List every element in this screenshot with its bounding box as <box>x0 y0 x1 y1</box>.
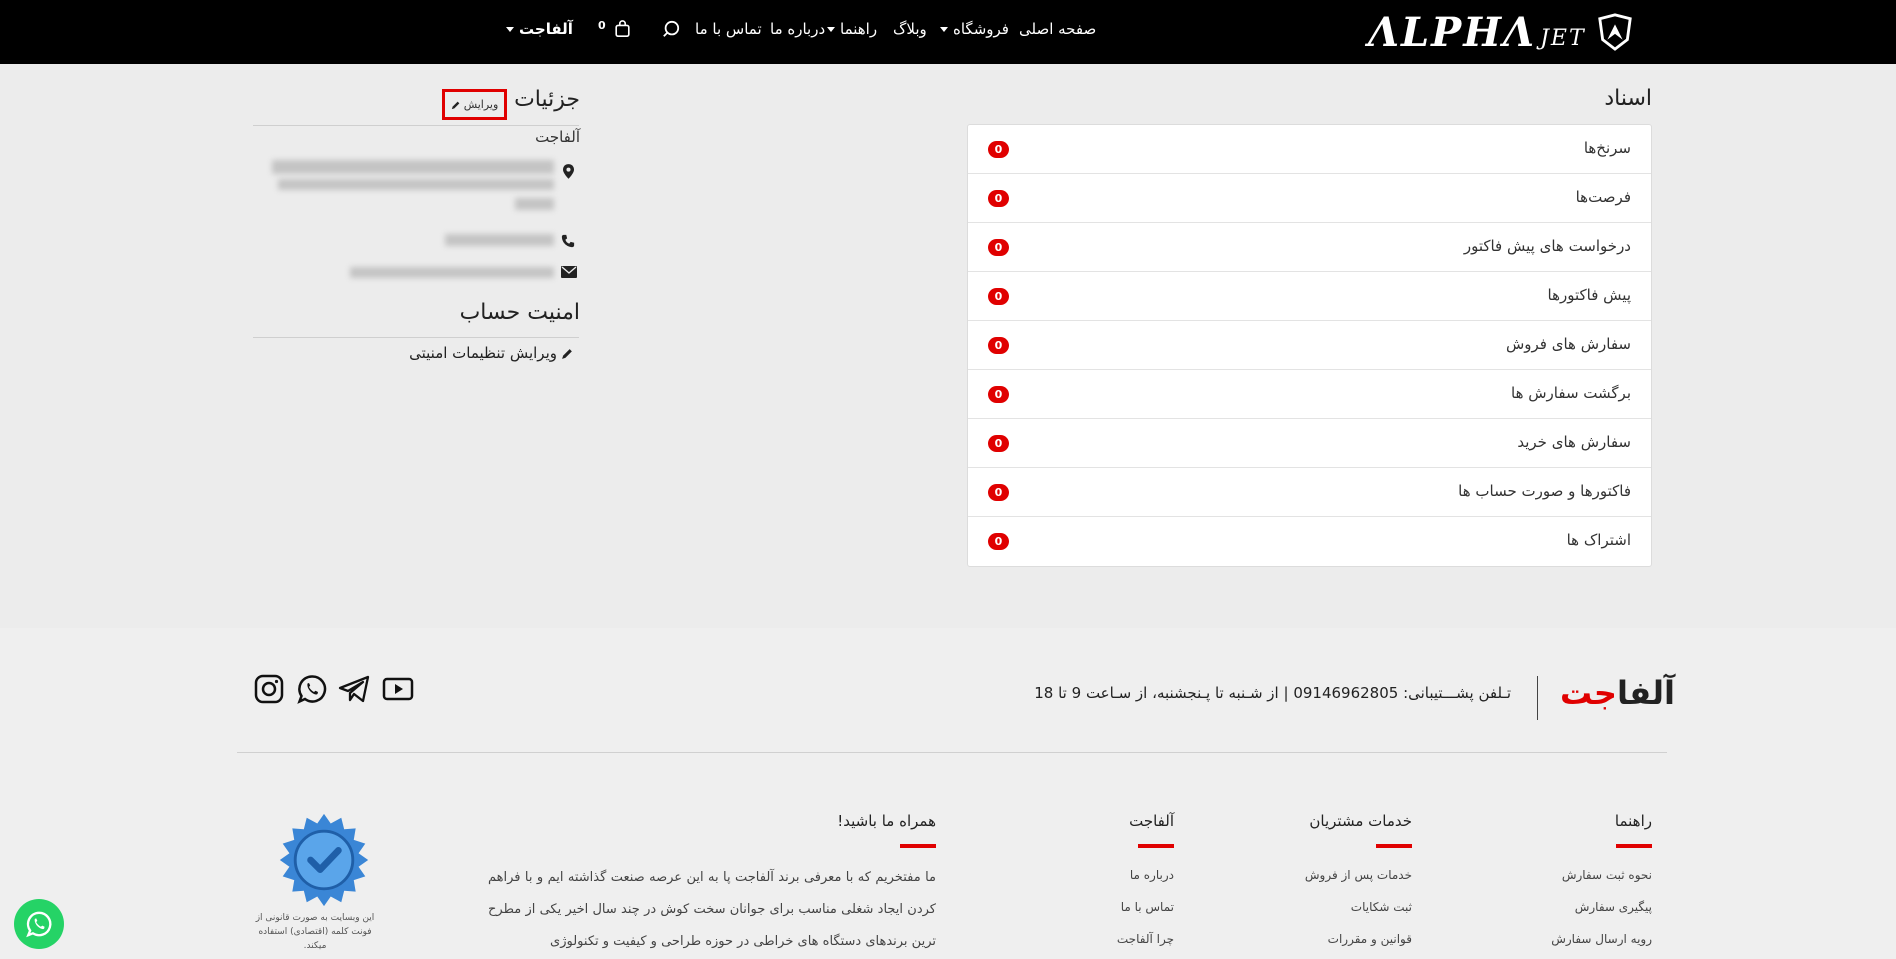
telegram-icon[interactable] <box>338 674 370 704</box>
doc-count-badge: 0 <box>988 239 1009 256</box>
account-menu[interactable]: آلفاجت <box>506 20 573 38</box>
nav-about[interactable]: درباره ما <box>770 20 825 38</box>
doc-label: فاکتورها و صورت حساب ها <box>1458 482 1631 500</box>
doc-count-badge: 0 <box>988 141 1009 158</box>
doc-count-badge: 0 <box>988 190 1009 207</box>
doc-label: سفارش های خرید <box>1517 433 1631 451</box>
whatsapp-chat-button[interactable] <box>14 899 64 949</box>
footer-col-underline <box>1138 844 1174 848</box>
footer-col-customer-title: خدمات مشتریان <box>1309 812 1412 830</box>
nav-contact[interactable]: تماس با ما <box>695 20 762 38</box>
footer-link[interactable]: ثبت شکایات <box>1351 900 1412 914</box>
location-pin-icon <box>563 164 574 179</box>
footer-link[interactable]: نحوه ثبت سفارش <box>1562 868 1652 882</box>
security-title: امنیت حساب <box>459 300 580 325</box>
pencil-icon <box>562 348 572 359</box>
footer-link[interactable]: قوانین و مقررات <box>1328 932 1412 946</box>
footer-col-underline <box>1616 844 1652 848</box>
address-redacted <box>272 160 554 174</box>
chevron-down-icon <box>827 27 835 32</box>
footer-col-underline <box>900 844 936 848</box>
pencil-icon <box>451 101 460 109</box>
doc-count-badge: 0 <box>988 386 1009 403</box>
company-name: آلفاجت <box>535 128 580 146</box>
edit-security-settings-link[interactable]: ویرایش تنظیمات امنیتی <box>409 344 574 362</box>
footer-col-underline <box>1376 844 1412 848</box>
logo-shield-icon <box>1597 13 1632 51</box>
doc-label: فرصت‌ها <box>1575 188 1631 206</box>
phone-icon <box>561 234 575 248</box>
top-navbar: ΛLPHΛ JET صفحه اصلی فروشگاه وبلاگ راهنما… <box>0 0 1896 64</box>
whatsapp-icon <box>26 911 52 938</box>
nav-guides[interactable]: راهنما <box>827 20 877 38</box>
edit-details-button[interactable]: ویرایش <box>442 89 507 120</box>
doc-row-leads[interactable]: سرنخ‌ها 0 <box>968 125 1651 174</box>
doc-row-sales-orders[interactable]: سفارش های فروش 0 <box>968 321 1651 370</box>
chevron-down-icon <box>506 27 514 32</box>
doc-label: درخواست های پیش فاکتور <box>1463 237 1631 255</box>
doc-label: اشتراک ها <box>1566 531 1631 549</box>
doc-label: سرنخ‌ها <box>1583 139 1631 157</box>
doc-count-badge: 0 <box>988 484 1009 501</box>
doc-row-returns[interactable]: برگشت سفارش ها 0 <box>968 370 1651 419</box>
doc-label: برگشت سفارش ها <box>1511 384 1631 402</box>
instagram-icon[interactable] <box>254 674 284 704</box>
doc-count-badge: 0 <box>988 533 1009 550</box>
footer-link[interactable]: رویه ارسال سفارش <box>1551 932 1652 946</box>
footer-about-text: ما مفتخریم که با معرفی برند آلفاجت پا به… <box>488 870 936 949</box>
doc-row-purchase-orders[interactable]: سفارش های خرید 0 <box>968 419 1651 468</box>
cart-count-badge: 0 <box>598 19 606 32</box>
footer-link[interactable]: تماس با ما <box>1121 900 1174 914</box>
doc-count-badge: 0 <box>988 435 1009 452</box>
nav-home[interactable]: صفحه اصلی <box>1019 20 1096 38</box>
site-logo[interactable]: ΛLPHΛ JET <box>1368 8 1634 56</box>
footer-col-alphajet-title: آلفاجت <box>1129 812 1174 830</box>
email-redacted <box>350 267 554 278</box>
nav-shop[interactable]: فروشگاه <box>940 20 1009 38</box>
footer-brand-logo[interactable]: آلفاجت <box>1560 674 1675 712</box>
documents-list: سرنخ‌ها 0 فرصت‌ها 0 درخواست های پیش فاکت… <box>967 124 1652 567</box>
doc-row-quotes[interactable]: پیش فاکتورها 0 <box>968 272 1651 321</box>
trust-seal-icon[interactable] <box>276 812 372 908</box>
doc-row-quote-requests[interactable]: درخواست های پیش فاکتور 0 <box>968 223 1651 272</box>
youtube-icon[interactable] <box>382 674 414 704</box>
footer-col-join-title: همراه ما باشید! <box>837 812 936 830</box>
logo-suffix: JET <box>1540 25 1586 51</box>
seal-note: این وبسایت به صورت قانونی از فونت کلمه (… <box>255 913 375 951</box>
security-divider <box>253 337 579 338</box>
footer-col-guide-title: راهنما <box>1614 812 1652 830</box>
nav-blog[interactable]: وبلاگ <box>893 20 927 38</box>
footer-link[interactable]: پیگیری سفارش <box>1575 900 1652 914</box>
whatsapp-icon[interactable] <box>297 674 327 704</box>
details-title: جزئیات <box>514 87 580 112</box>
doc-row-opportunities[interactable]: فرصت‌ها 0 <box>968 174 1651 223</box>
search-icon[interactable] <box>662 20 680 38</box>
doc-label: پیش فاکتورها <box>1547 286 1631 304</box>
footer-link[interactable]: خدمات پس از فروش <box>1305 868 1412 882</box>
logo-wordmark: ΛLPHΛ <box>1368 8 1537 56</box>
footer-support-line: تـلفن پشـــتیبانی: 09146962805 | از شـنب… <box>1034 684 1511 702</box>
envelope-icon <box>561 266 577 278</box>
address-redacted <box>278 179 554 190</box>
footer-brand-divider <box>1537 676 1538 720</box>
footer-link[interactable]: درباره ما <box>1130 868 1174 882</box>
chevron-down-icon <box>940 27 948 32</box>
footer-divider <box>237 752 1667 753</box>
address-redacted <box>515 198 554 210</box>
doc-count-badge: 0 <box>988 288 1009 305</box>
documents-title: اسناد <box>1604 86 1652 111</box>
phone-redacted <box>445 234 554 246</box>
details-divider <box>253 125 579 126</box>
cart-icon[interactable] <box>614 20 631 38</box>
doc-row-invoices[interactable]: فاکتورها و صورت حساب ها 0 <box>968 468 1651 517</box>
doc-count-badge: 0 <box>988 337 1009 354</box>
footer-link[interactable]: چرا آلفاجت <box>1117 932 1174 946</box>
doc-label: سفارش های فروش <box>1505 335 1631 353</box>
doc-row-subscriptions[interactable]: اشتراک ها 0 <box>968 517 1651 566</box>
